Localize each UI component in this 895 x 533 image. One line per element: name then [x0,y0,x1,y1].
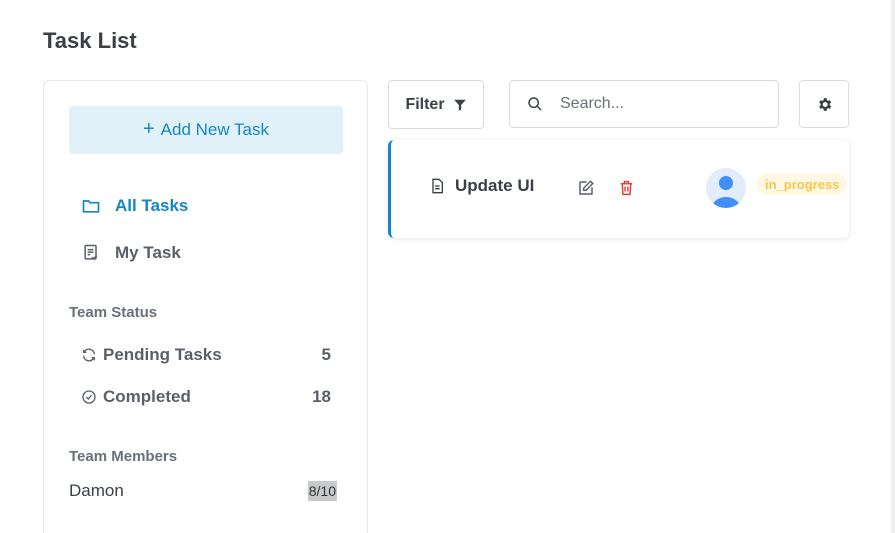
search-box [509,80,779,128]
team-member-row[interactable]: Damon 8/10 [69,478,337,504]
task-list-page: Task List + Add New Task All Tasks My Ta… [0,0,895,533]
plus-icon: + [142,118,155,140]
member-name: Damon [69,481,124,500]
add-new-task-label: Add New Task [160,120,270,139]
task-list-icon [84,244,98,260]
task-card[interactable]: Update UI in_progress [388,140,849,238]
sidebar-item-label: My Task [115,243,181,262]
assignee-avatar[interactable] [706,168,746,208]
edit-icon[interactable] [577,179,595,197]
user-icon [712,176,740,208]
delete-icon[interactable] [618,179,635,197]
sidebar-item-my-task[interactable]: My Task [81,240,181,266]
check-circle-icon [82,390,96,404]
sync-icon [83,348,95,362]
pending-tasks-row[interactable]: Pending Tasks 5 [81,342,331,368]
document-icon [432,178,443,194]
pending-tasks-label: Pending Tasks [103,345,222,364]
sidebar-item-label: All Tasks [115,196,189,215]
filter-icon [453,99,466,111]
completed-count: 18 [312,387,331,406]
sidebar: + Add New Task All Tasks My Task Team St… [43,80,368,533]
add-new-task-button[interactable]: + Add New Task [69,106,343,154]
search-icon [528,97,542,111]
sidebar-item-all-tasks[interactable]: All Tasks [81,193,188,219]
completed-row[interactable]: Completed 18 [81,384,331,410]
settings-button[interactable] [799,80,849,128]
team-status-heading: Team Status [69,304,158,321]
task-title: Update UI [455,176,535,195]
folder-icon [82,200,100,213]
team-members-heading: Team Members [69,448,178,465]
member-score: 8/10 [307,481,337,501]
completed-label: Completed [103,387,191,406]
pending-tasks-count: 5 [321,345,331,364]
status-badge: in_progress [757,173,848,195]
search-input[interactable] [560,95,750,113]
task-title-group: Update UI [429,176,534,196]
filter-label: Filter [405,95,445,113]
page-title: Task List [43,28,137,53]
gear-icon [818,97,831,111]
filter-button[interactable]: Filter [388,80,484,129]
window-edge [891,0,895,533]
